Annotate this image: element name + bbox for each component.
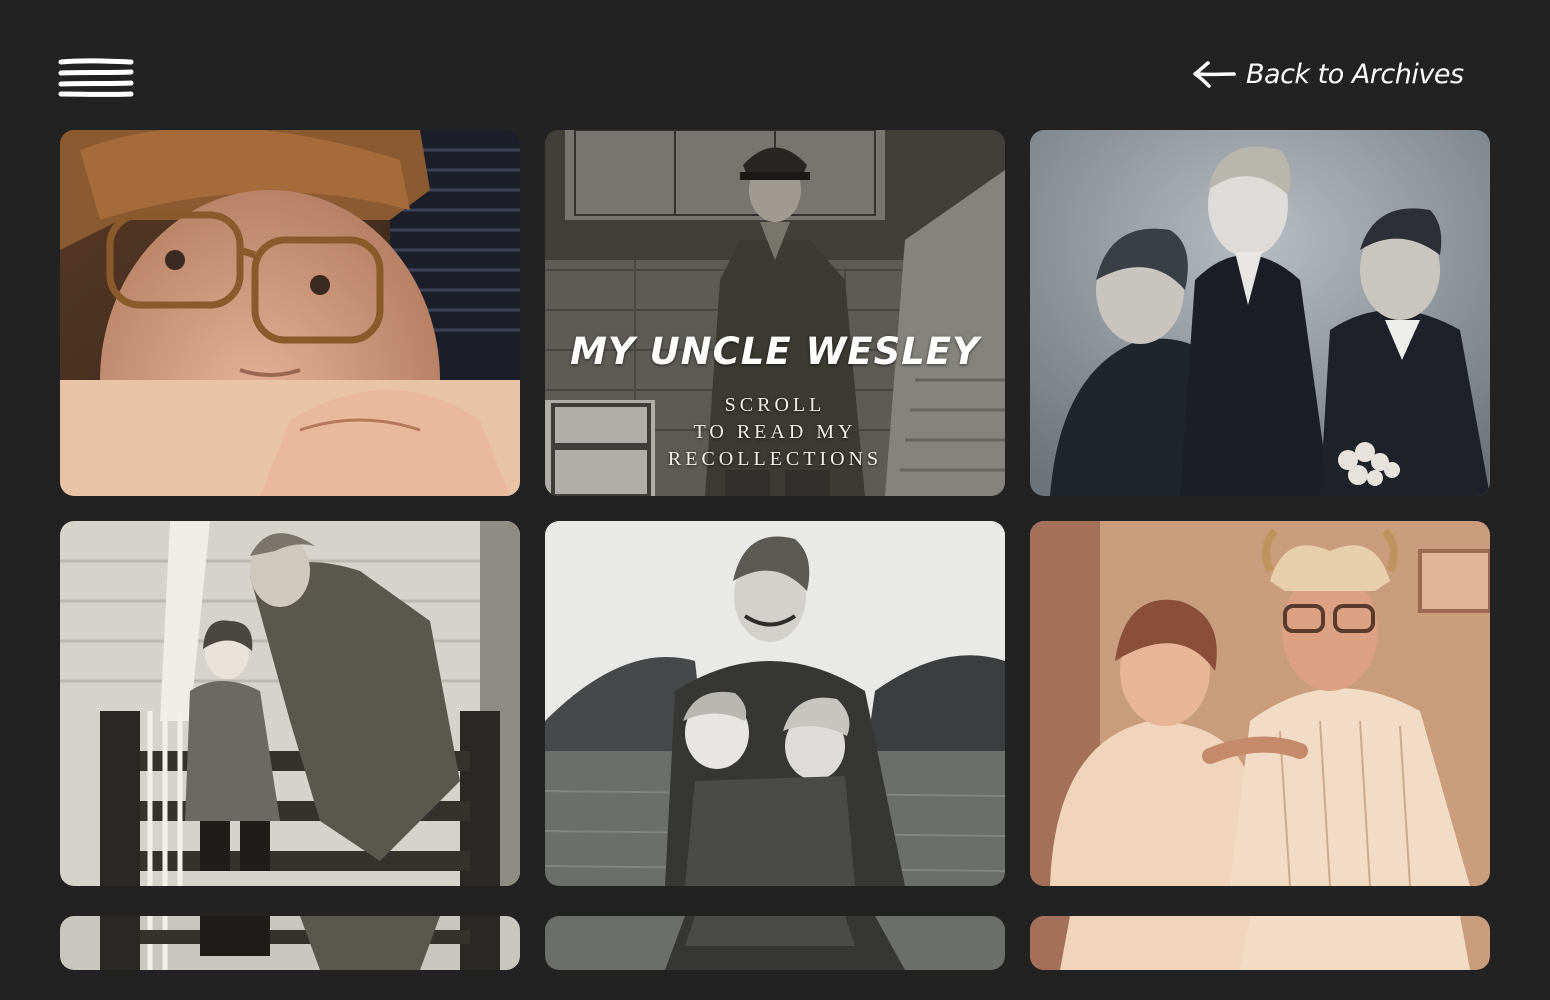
- photo-elderly-couple-reflection[interactable]: [1030, 916, 1490, 970]
- photo-image: [545, 521, 1005, 886]
- photo-image: [1030, 521, 1490, 886]
- photo-family-portrait[interactable]: [1030, 130, 1490, 496]
- archive-story-page: Back to Archives MY UNCLE WESLEY SCROLL …: [0, 0, 1550, 1000]
- photo-image: [1030, 916, 1490, 970]
- back-to-archives-link[interactable]: Back to Archives: [1192, 52, 1490, 96]
- photo-elderly-couple[interactable]: [1030, 521, 1490, 886]
- photo-soldier-with-child-reflection[interactable]: [60, 916, 520, 970]
- photo-image: [60, 130, 520, 496]
- photo-image: [545, 916, 1005, 970]
- photo-image: [60, 521, 520, 886]
- back-to-archives-label: Back to Archives: [1246, 58, 1464, 90]
- photo-man-with-children[interactable]: [545, 521, 1005, 886]
- hamburger-menu-icon: [58, 58, 134, 97]
- arrow-left-icon: [1193, 61, 1236, 88]
- photo-soldier-uniform[interactable]: MY UNCLE WESLEY SCROLL TO READ MY RECOLL…: [545, 130, 1005, 496]
- photo-man-with-children-reflection[interactable]: [545, 916, 1005, 970]
- photo-soldier-with-child[interactable]: [60, 521, 520, 886]
- menu-button[interactable]: [58, 56, 134, 102]
- photo-image: [545, 130, 1005, 496]
- photo-image: [1030, 130, 1490, 496]
- photo-portrait-glasses[interactable]: [60, 130, 520, 496]
- photo-image: [60, 916, 520, 970]
